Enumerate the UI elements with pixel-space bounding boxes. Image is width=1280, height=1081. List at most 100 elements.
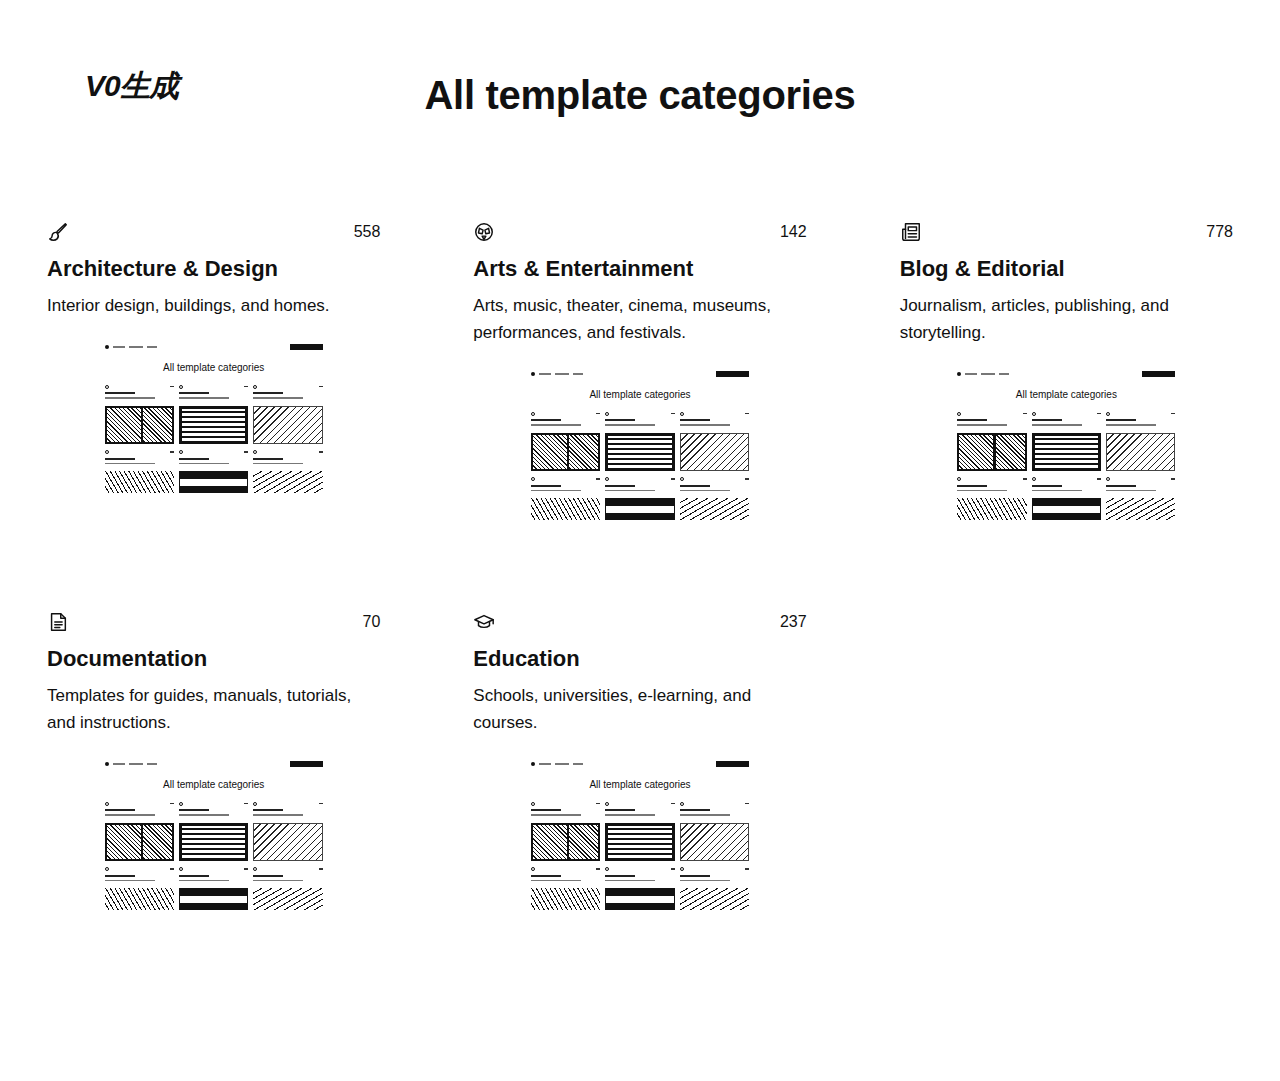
category-title[interactable]: Architecture & Design xyxy=(47,254,380,284)
preview-card xyxy=(253,801,322,861)
preview-image xyxy=(957,433,1026,471)
preview-card xyxy=(105,450,174,494)
category-description: Journalism, articles, publishing, and st… xyxy=(900,292,1233,346)
preview-image xyxy=(531,823,600,861)
preview-image xyxy=(105,888,174,910)
newspaper-icon xyxy=(900,221,922,243)
preview-grid xyxy=(105,384,323,493)
preview-image xyxy=(105,823,174,861)
preview-nav-button xyxy=(1142,371,1175,377)
preview-nav-button xyxy=(716,371,749,377)
preview-card xyxy=(680,801,749,861)
preview-card xyxy=(1106,411,1175,471)
category-title[interactable]: Blog & Editorial xyxy=(900,254,1233,284)
preview-grid xyxy=(105,801,323,910)
preview-image xyxy=(1032,498,1101,520)
preview-image xyxy=(253,823,322,861)
preview-card xyxy=(105,384,174,444)
preview-card xyxy=(957,477,1026,521)
preview-card xyxy=(1032,477,1101,521)
preview-image xyxy=(605,498,674,520)
card-header: 778 xyxy=(900,220,1233,244)
preview-screenshot[interactable]: All template categories xyxy=(529,756,751,912)
preview-image xyxy=(179,406,248,444)
category-title[interactable]: Education xyxy=(473,644,806,674)
palette-icon xyxy=(473,221,495,243)
preview-card xyxy=(605,411,674,471)
preview-card xyxy=(680,411,749,471)
preview-title: All template categories xyxy=(531,778,749,791)
category-description: Templates for guides, manuals, tutorials… xyxy=(47,682,380,736)
category-card[interactable]: 70 Documentation Templates for guides, m… xyxy=(47,610,380,912)
preview-image xyxy=(605,888,674,910)
preview-card xyxy=(253,867,322,911)
preview-image xyxy=(179,471,248,493)
preview-card xyxy=(179,384,248,444)
category-card[interactable]: 142 Arts & Entertainment Arts, music, th… xyxy=(473,220,806,522)
preview-screenshot[interactable]: All template categories xyxy=(529,366,751,522)
preview-nav xyxy=(957,370,1175,378)
file-text-icon xyxy=(47,611,69,633)
preview-card xyxy=(179,801,248,861)
preview-image xyxy=(105,406,174,444)
preview-card xyxy=(680,867,749,911)
preview-image xyxy=(605,823,674,861)
preview-card xyxy=(179,867,248,911)
preview-card xyxy=(531,411,600,471)
preview-image xyxy=(1106,498,1175,520)
header: V0生成 All template categories xyxy=(47,66,1233,124)
preview-card xyxy=(1032,411,1101,471)
preview-image xyxy=(1106,433,1175,471)
preview-image xyxy=(1032,433,1101,471)
preview-nav xyxy=(531,760,749,768)
preview-nav-button xyxy=(716,761,749,767)
preview-nav xyxy=(531,370,749,378)
category-description: Schools, universities, e-learning, and c… xyxy=(473,682,806,736)
preview-image xyxy=(105,471,174,493)
preview-grid xyxy=(531,801,749,910)
template-count: 778 xyxy=(1206,223,1233,241)
preview-image xyxy=(253,471,322,493)
brush-icon xyxy=(47,221,69,243)
preview-screenshot[interactable]: All template categories xyxy=(103,339,325,495)
preview-grid xyxy=(957,411,1175,520)
category-title[interactable]: Arts & Entertainment xyxy=(473,254,806,284)
preview-card xyxy=(105,867,174,911)
category-title[interactable]: Documentation xyxy=(47,644,380,674)
preview-screenshot[interactable]: All template categories xyxy=(103,756,325,912)
preview-grid xyxy=(531,411,749,520)
card-header: 70 xyxy=(47,610,380,634)
preview-image xyxy=(179,888,248,910)
category-description: Interior design, buildings, and homes. xyxy=(47,292,380,319)
preview-nav-button xyxy=(290,761,323,767)
preview-image xyxy=(253,888,322,910)
preview-card xyxy=(179,450,248,494)
template-count: 237 xyxy=(780,613,807,631)
preview-nav xyxy=(105,343,323,351)
preview-card xyxy=(957,411,1026,471)
preview-title: All template categories xyxy=(105,361,323,374)
page-title: All template categories xyxy=(424,66,855,124)
preview-screenshot[interactable]: All template categories xyxy=(955,366,1177,522)
page: V0生成 All template categories 558 Archite… xyxy=(0,0,1280,1081)
category-card[interactable]: 237 Education Schools, universities, e-l… xyxy=(473,610,806,912)
preview-image xyxy=(531,888,600,910)
card-header: 142 xyxy=(473,220,806,244)
category-grid: 558 Architecture & Design Interior desig… xyxy=(47,220,1233,912)
preview-card xyxy=(531,867,600,911)
preview-card xyxy=(605,801,674,861)
template-count: 558 xyxy=(354,223,381,241)
template-count: 70 xyxy=(363,613,381,631)
preview-card xyxy=(253,384,322,444)
badge: V0生成 xyxy=(85,69,178,102)
category-card[interactable]: 778 Blog & Editorial Journalism, article… xyxy=(900,220,1233,522)
preview-card xyxy=(1106,477,1175,521)
preview-card xyxy=(253,450,322,494)
preview-card xyxy=(605,477,674,521)
preview-image xyxy=(680,433,749,471)
preview-image xyxy=(680,498,749,520)
preview-image xyxy=(531,498,600,520)
preview-nav-button xyxy=(290,344,323,350)
category-card[interactable]: 558 Architecture & Design Interior desig… xyxy=(47,220,380,522)
preview-image xyxy=(680,823,749,861)
